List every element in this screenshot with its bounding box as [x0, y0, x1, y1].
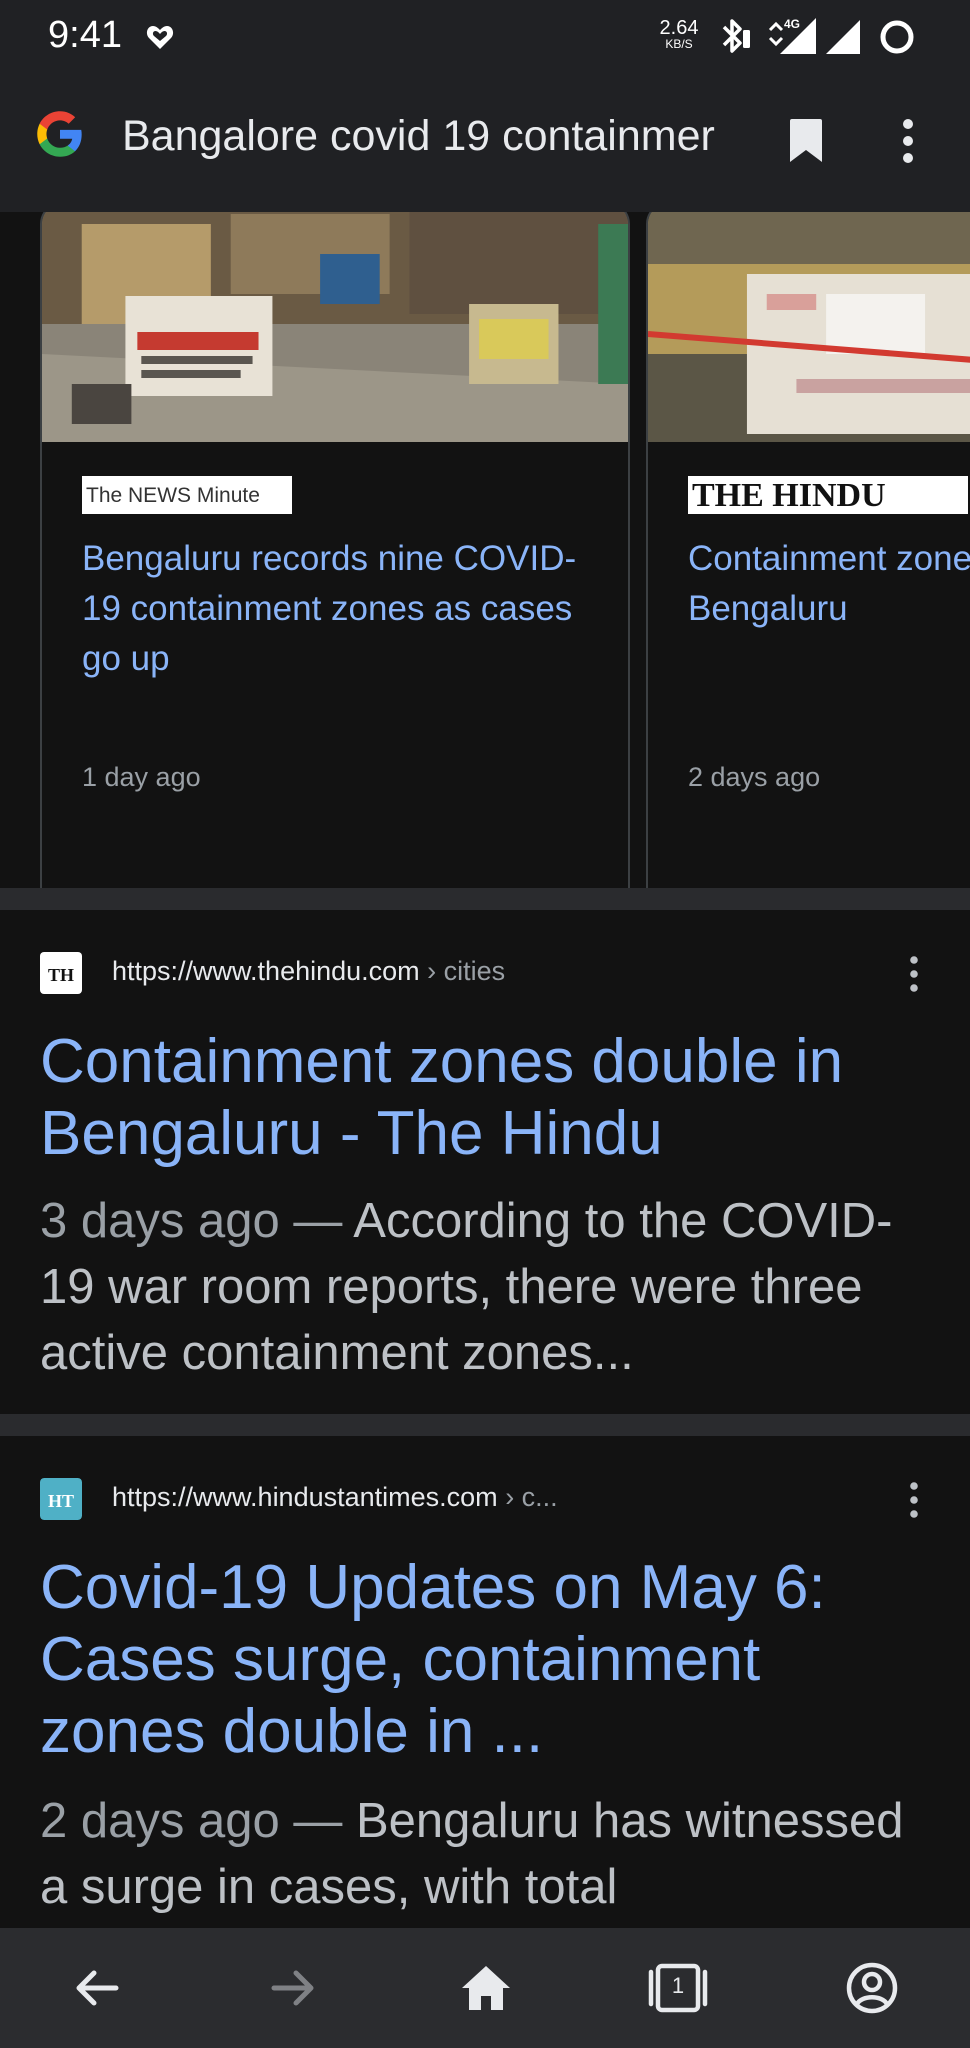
result-title[interactable]: Containment zones double in Bengaluru - …	[40, 1026, 940, 1170]
news-card-time: 2 days ago	[688, 762, 821, 792]
result-date: 3 days ago	[40, 1194, 280, 1248]
network-speed-value: 2.64	[659, 17, 699, 39]
news-source-logo: The NEWS Minute	[82, 476, 292, 514]
home-icon[interactable]	[452, 1954, 520, 2022]
result-url[interactable]: https://www.thehindu.com › cities	[112, 956, 505, 987]
battery-icon	[880, 20, 914, 54]
news-card-image	[648, 212, 970, 442]
account-icon[interactable]	[838, 1954, 906, 2022]
site-favicon: TH	[40, 952, 82, 994]
status-bar: 9:41 2.64 KB/S 4G	[0, 0, 970, 72]
result-snippet: 2 days ago — Bengaluru has witnessed a s…	[40, 1788, 940, 1920]
result-domain: https://www.thehindu.com	[112, 956, 420, 986]
news-card-time: 1 day ago	[82, 762, 201, 792]
result-snippet: 3 days ago — According to the COVID-19 w…	[40, 1188, 940, 1386]
back-icon[interactable]	[64, 1954, 132, 2022]
section-divider	[0, 888, 970, 910]
news-card-title[interactable]: Containment zones in Bengaluru	[688, 534, 970, 634]
bottom-navigation: 1	[0, 1928, 970, 2048]
news-source-name: THE HINDU	[692, 477, 886, 514]
network-type-label: 4G	[784, 17, 800, 31]
site-favicon-label: TH	[48, 965, 74, 985]
tab-count: 1	[671, 1973, 685, 1998]
result-separator: —	[279, 1194, 354, 1248]
result-url[interactable]: https://www.hindustantimes.com › c...	[112, 1482, 558, 1513]
more-vert-icon[interactable]	[894, 118, 922, 164]
result-breadcrumb: › cities	[427, 956, 506, 986]
results-content[interactable]: The NEWS Minute Bengaluru records nine C…	[0, 212, 970, 1928]
news-card-image	[42, 212, 628, 442]
site-favicon: HT	[40, 1478, 82, 1520]
site-favicon-label: HT	[48, 1491, 74, 1511]
forward-icon[interactable]	[258, 1954, 326, 2022]
result-date: 2 days ago	[40, 1794, 280, 1848]
news-card-title[interactable]: Bengaluru records nine COVID-19 containm…	[82, 534, 602, 684]
result-domain: https://www.hindustantimes.com	[112, 1482, 498, 1512]
google-logo-icon[interactable]	[34, 108, 86, 160]
status-time: 9:41	[48, 14, 122, 56]
search-result[interactable]: HT https://www.hindustantimes.com › c...…	[0, 1436, 970, 1928]
heart-icon	[146, 26, 174, 49]
tab-switcher-button[interactable]: 1	[644, 1954, 712, 2022]
section-divider	[0, 1414, 970, 1436]
result-breadcrumb: › c...	[505, 1482, 558, 1512]
news-source-logo: THE HINDU	[688, 476, 968, 514]
more-vert-icon[interactable]	[900, 954, 928, 994]
more-vert-icon[interactable]	[900, 1480, 928, 1520]
result-title[interactable]: Covid-19 Updates on May 6: Cases surge, …	[40, 1552, 940, 1768]
network-speed: 2.64 KB/S	[656, 18, 702, 50]
search-toolbar: Bangalore covid 19 containmer	[0, 72, 970, 212]
bookmark-icon[interactable]	[788, 118, 824, 164]
top-stories-carousel[interactable]: The NEWS Minute Bengaluru records nine C…	[0, 212, 970, 1060]
search-query[interactable]: Bangalore covid 19 containmer	[122, 112, 762, 161]
signal-icon	[826, 20, 860, 54]
network-speed-unit: KB/S	[665, 37, 693, 51]
signal-4g-icon: 4G	[768, 17, 816, 54]
news-source-name: The NEWS Minute	[86, 484, 260, 507]
bluetooth-icon	[722, 19, 750, 53]
result-separator: —	[279, 1794, 356, 1848]
